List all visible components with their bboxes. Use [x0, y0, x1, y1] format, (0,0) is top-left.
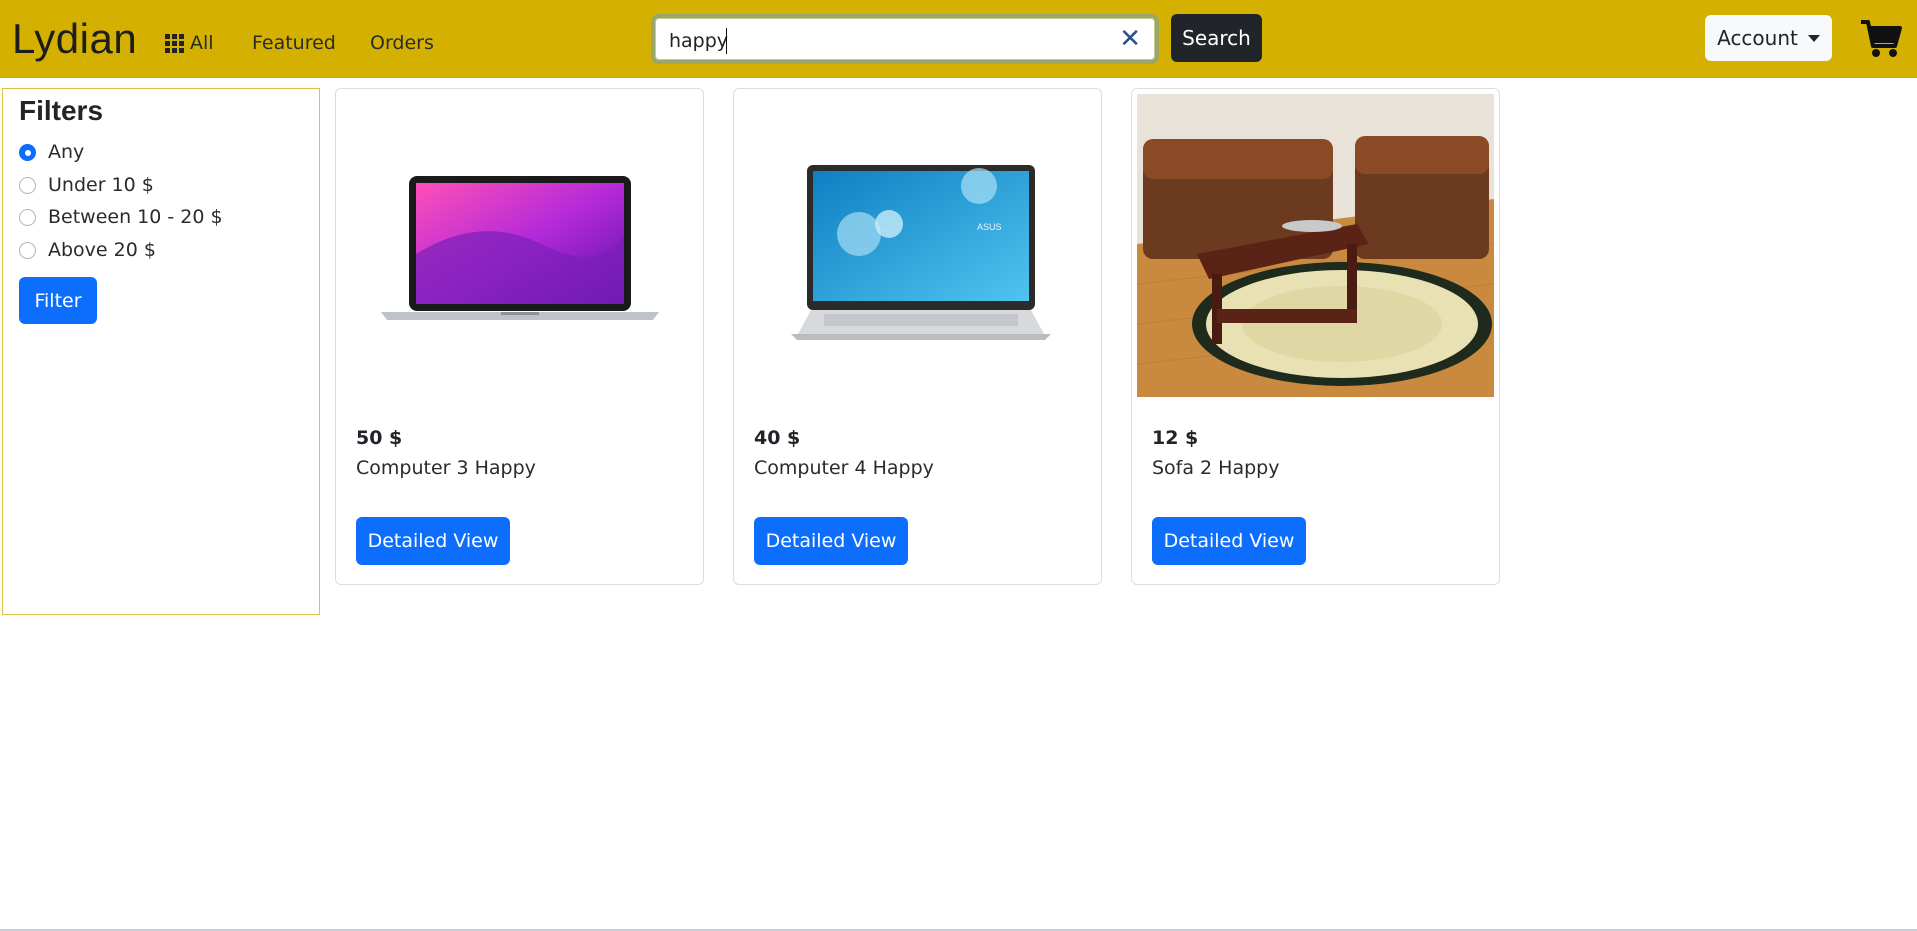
navbar: Lydian All Featured Orders ✕ Search Acco… — [0, 0, 1917, 78]
radio-any[interactable] — [19, 143, 36, 161]
filter-option-label: Between 10 - 20 $ — [48, 206, 223, 228]
brand-logo[interactable]: Lydian — [12, 14, 137, 64]
detailed-view-button[interactable]: Detailed View — [1152, 517, 1306, 565]
filters-title: Filters — [19, 95, 104, 126]
product-image-laptop: ASUS — [791, 165, 1051, 340]
product-price: 40 $ — [754, 427, 801, 449]
nav-featured[interactable]: Featured — [252, 30, 336, 56]
filter-option-label: Any — [48, 141, 85, 163]
search-input[interactable] — [669, 27, 1089, 55]
filter-option-between-10-20[interactable]: Between 10 - 20 $ — [19, 206, 223, 228]
grid-icon — [165, 33, 184, 53]
product-card: 50 $ Computer 3 Happy Detailed View — [335, 88, 704, 585]
radio-under-10[interactable] — [19, 176, 36, 194]
radio-above-20[interactable] — [19, 241, 36, 259]
filter-option-under-10[interactable]: Under 10 $ — [19, 174, 154, 196]
chevron-down-icon — [1807, 34, 1820, 42]
nav-orders[interactable]: Orders — [370, 30, 434, 56]
product-image-laptop — [381, 176, 659, 320]
filter-option-label: Above 20 $ — [48, 239, 156, 261]
text-caret — [726, 28, 727, 54]
account-label: Account — [1717, 26, 1798, 50]
detailed-view-button[interactable]: Detailed View — [754, 517, 908, 565]
product-price: 50 $ — [356, 427, 403, 449]
product-card: 12 $ Sofa 2 Happy Detailed View — [1131, 88, 1500, 585]
product-card: ASUS 40 $ Computer 4 Happy Detailed View — [733, 88, 1102, 585]
search-button[interactable]: Search — [1171, 14, 1262, 62]
search-box: ✕ — [651, 14, 1159, 64]
filters-panel: Filters Any Under 10 $ Between 10 - 20 $… — [2, 88, 320, 615]
account-dropdown-button[interactable]: Account — [1705, 15, 1832, 61]
filter-option-label: Under 10 $ — [48, 174, 154, 196]
clear-search-icon[interactable]: ✕ — [1119, 24, 1141, 54]
product-name: Computer 3 Happy — [356, 457, 536, 479]
svg-text:ASUS: ASUS — [977, 222, 1002, 232]
nav-all-label: All — [190, 32, 214, 54]
product-image-sofa — [1137, 94, 1494, 397]
filter-option-any[interactable]: Any — [19, 141, 84, 163]
detailed-view-button[interactable]: Detailed View — [356, 517, 510, 565]
nav-all[interactable]: All — [165, 30, 214, 56]
shopping-cart-icon[interactable] — [1860, 18, 1902, 60]
filter-option-above-20[interactable]: Above 20 $ — [19, 239, 156, 261]
product-name: Computer 4 Happy — [754, 457, 934, 479]
radio-between-10-20[interactable] — [19, 208, 36, 226]
filter-button[interactable]: Filter — [19, 277, 97, 324]
product-name: Sofa 2 Happy — [1152, 457, 1280, 479]
product-price: 12 $ — [1152, 427, 1199, 449]
